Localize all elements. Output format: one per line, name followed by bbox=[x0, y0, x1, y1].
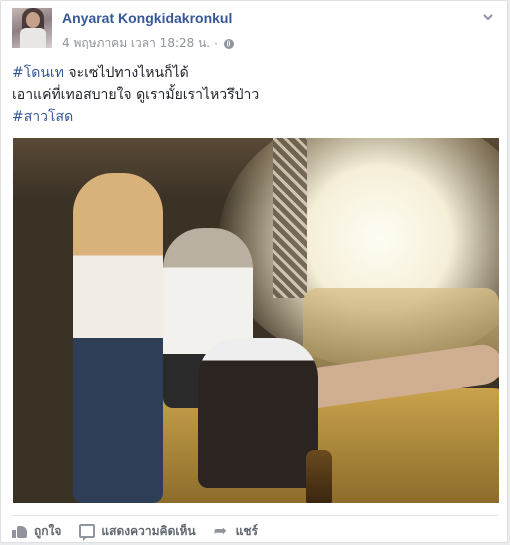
hashtag-link[interactable]: #โดนเท bbox=[12, 65, 64, 81]
photo-person-1 bbox=[73, 173, 163, 503]
post-text: #โดนเท จะเซไปทางไหนก็ได้ เอาแค่ที่เทอสบา… bbox=[12, 62, 259, 128]
like-button[interactable]: ถูกใจ bbox=[12, 522, 61, 541]
chevron-down-icon[interactable] bbox=[481, 11, 495, 25]
post-meta: 4 พฤษภาคม เวลา 18:28 น. · bbox=[62, 34, 234, 53]
comment-label: แสดงความคิดเห็น bbox=[101, 523, 196, 538]
post-text-line1-rest: จะเซไปทางไหนก็ได้ bbox=[63, 65, 189, 81]
thumbs-up-icon bbox=[12, 524, 28, 538]
share-button[interactable]: แชร์ bbox=[214, 521, 258, 541]
hashtag-link[interactable]: #สาวโสด bbox=[12, 109, 73, 125]
photo-bottle bbox=[306, 450, 332, 503]
meta-separator: · bbox=[214, 36, 218, 51]
avatar-body bbox=[20, 28, 46, 48]
share-label: แชร์ bbox=[235, 523, 258, 538]
post-card: Anyarat Kongkidakronkul 4 พฤษภาคม เวลา 1… bbox=[0, 0, 508, 543]
post-text-line1: #โดนเท จะเซไปทางไหนก็ได้ bbox=[12, 62, 259, 84]
comment-icon bbox=[79, 524, 96, 541]
post-text-line2: เอาแค่ที่เทอสบายใจ ดูเรามั้ยเราไหวรึป่าว bbox=[12, 87, 260, 103]
author-name[interactable]: Anyarat Kongkidakronkul bbox=[62, 10, 232, 26]
globe-icon[interactable] bbox=[223, 38, 234, 49]
post-timestamp[interactable]: 4 พฤษภาคม เวลา 18:28 น. bbox=[62, 34, 210, 53]
post-actions: ถูกใจ แสดงความคิดเห็น แชร์ bbox=[12, 519, 498, 543]
photo-person-3 bbox=[198, 338, 318, 488]
actions-divider bbox=[12, 515, 498, 516]
comment-button[interactable]: แสดงความคิดเห็น bbox=[79, 522, 196, 541]
avatar-head bbox=[26, 12, 40, 28]
share-icon bbox=[214, 521, 230, 540]
avatar[interactable] bbox=[12, 8, 52, 48]
like-label: ถูกใจ bbox=[34, 523, 62, 538]
post-photo[interactable] bbox=[13, 138, 499, 503]
photo-lattice bbox=[273, 138, 307, 298]
